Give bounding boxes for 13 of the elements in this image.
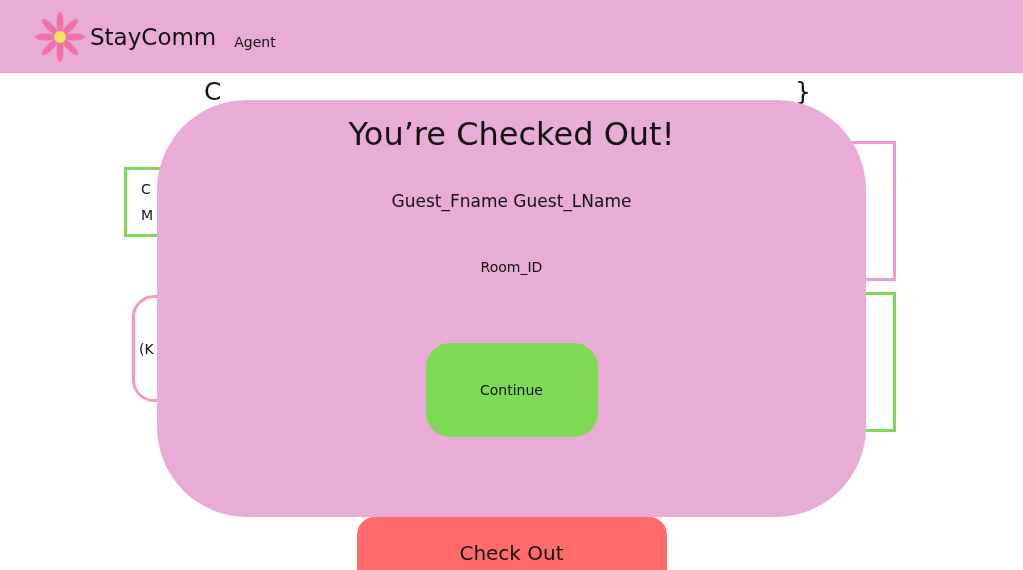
dialog-title: You’re Checked Out!: [348, 115, 675, 153]
flower-icon: [33, 9, 87, 64]
room-id: Room_ID: [480, 259, 543, 275]
card-text: C: [141, 181, 152, 197]
check-out-button[interactable]: Check Out: [356, 517, 667, 570]
role-label: Agent: [234, 33, 276, 50]
card-text: (K: [139, 340, 155, 357]
app-name: StayComm: [90, 23, 217, 50]
continue-button[interactable]: Continue: [425, 343, 598, 437]
page-heading: C: [204, 79, 222, 104]
card-text: M: [141, 207, 155, 223]
page-heading: }: [795, 79, 811, 104]
guest-name: Guest_Fname Guest_LName: [391, 191, 632, 211]
